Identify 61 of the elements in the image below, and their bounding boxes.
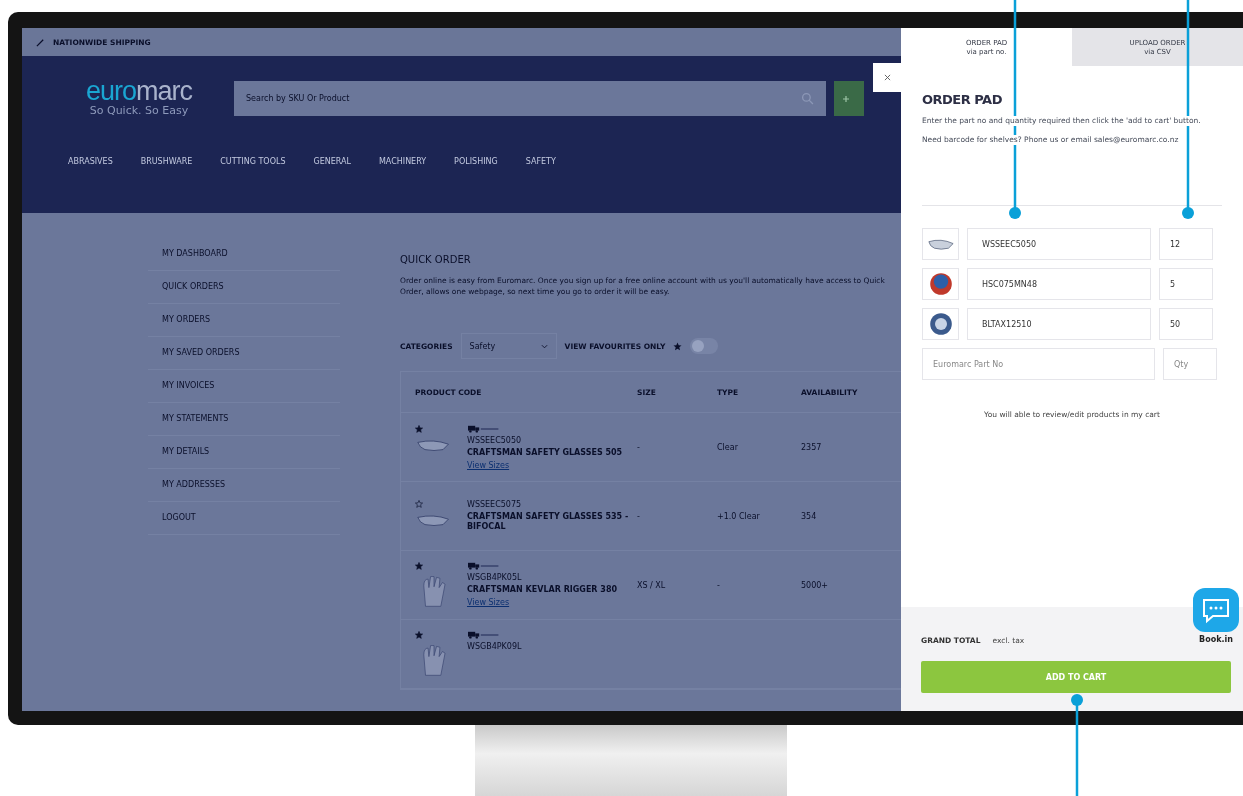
sidebar-item[interactable]: MY STATEMENTS [148, 403, 340, 436]
panel-title: ORDER PAD [922, 92, 1003, 107]
product-code: WSSEEC5050 [467, 435, 523, 445]
plus-icon [842, 94, 850, 103]
category-select[interactable]: Safety [460, 333, 557, 359]
favourite-star-icon[interactable] [415, 562, 423, 570]
table-cell-text: 5000+ [801, 580, 830, 590]
table-cell-text: 354 [801, 511, 818, 521]
table-cell-text: XS / XL [637, 580, 667, 590]
table-cell-text: - [717, 580, 721, 590]
table-cell-text: +1.0 Clear [717, 511, 761, 521]
brand-logo[interactable]: euromarc [85, 80, 193, 102]
close-icon[interactable] [883, 74, 891, 81]
favourites-toggle[interactable] [690, 338, 719, 354]
table-cell-text: - [637, 442, 641, 452]
favourite-star-icon[interactable] [415, 424, 423, 433]
sidebar-item[interactable]: MY DETAILS [148, 436, 340, 469]
table-cell-text: - [637, 511, 641, 521]
quantity-field[interactable]: 12 [1159, 228, 1213, 260]
nav-item[interactable]: GENERAL [313, 157, 351, 166]
quantity-field[interactable]: 50 [1159, 308, 1213, 340]
favourite-star-icon[interactable] [415, 631, 423, 639]
sidebar-item[interactable]: MY ADDRESSES [148, 469, 340, 502]
search-icon[interactable] [801, 92, 814, 105]
section-title: QUICK ORDER [400, 254, 472, 265]
table-cell-text: Clear [717, 442, 739, 452]
sidebar-item[interactable]: MY SAVED ORDERS [148, 337, 340, 370]
product-code: WSGB4PK09L [467, 642, 523, 651]
part-number-field[interactable]: BLTAX12510 [967, 308, 1151, 340]
disc-icon [928, 312, 953, 336]
product-name: CRAFTSMAN SAFETY GLASSES 505 [467, 447, 624, 458]
chevron-icon [540, 342, 548, 350]
sidebar-item[interactable]: LOGOUT [148, 502, 340, 535]
nav-item[interactable]: ABRASIVES [68, 157, 113, 166]
sidebar-item[interactable]: QUICK ORDERS [148, 271, 340, 304]
chat-label: Book.in [1199, 635, 1233, 644]
product-name: CRAFTSMAN SAFETY GLASSES 535 - BIFOCAL [467, 512, 630, 532]
logo-tagline: So Quick. So Easy [89, 104, 189, 117]
chat-bubble-icon[interactable] [1193, 588, 1239, 632]
search-field[interactable]: Search by SKU Or Product [234, 81, 826, 116]
part-number-field[interactable]: HSC075MN48 [967, 268, 1151, 300]
pencil-icon [36, 37, 45, 47]
nav-item[interactable]: CUTTING TOOLS [220, 157, 286, 166]
product-code: WSGB4PK05L [467, 573, 523, 582]
disc-icon [928, 272, 953, 296]
product-name: CRAFTSMAN KEVLAR RIGGER 380 [467, 585, 618, 595]
sidebar-item[interactable]: MY INVOICES [148, 370, 340, 403]
quantity-field[interactable]: 5 [1159, 268, 1213, 300]
favourite-star-icon[interactable] [415, 500, 423, 508]
nav-item[interactable]: SAFETY [525, 157, 556, 166]
nav-item[interactable]: POLISHING [454, 157, 498, 166]
nav-item[interactable]: BRUSHWARE [140, 157, 193, 166]
sidebar-item[interactable]: MY ORDERS [148, 304, 340, 337]
quantity-field[interactable]: Qty [1163, 348, 1217, 380]
sidebar-item[interactable]: MY DASHBOARD [148, 238, 340, 271]
product-code: WSSEEC5075 [467, 500, 523, 509]
part-number-field[interactable]: WSSEEC5050 [967, 228, 1151, 260]
nav-item[interactable]: MACHINERY [378, 157, 427, 166]
table-cell-text: 2357 [801, 442, 823, 452]
part-number-field[interactable]: Euromarc Part No [922, 348, 1155, 380]
star-icon [673, 341, 683, 351]
